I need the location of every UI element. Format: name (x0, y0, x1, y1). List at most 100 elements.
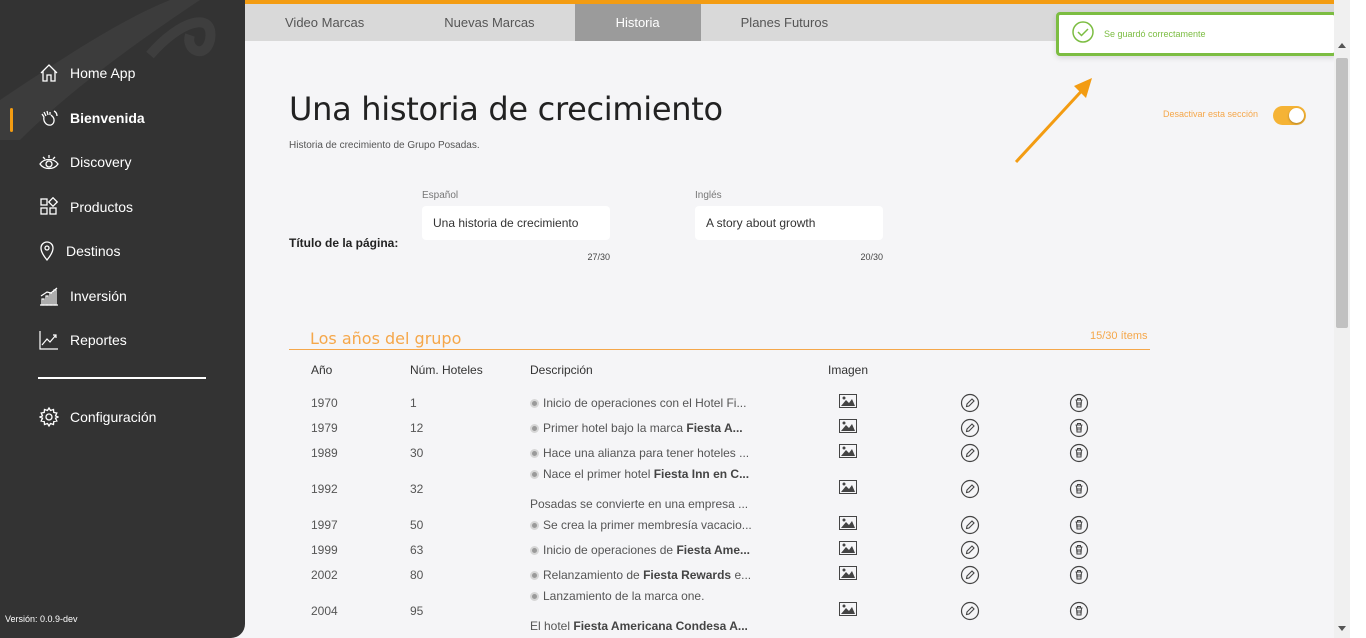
row-year: 1979 (311, 421, 338, 435)
title-row-label: Título de la página: (289, 236, 399, 250)
window-edge (1350, 0, 1366, 638)
description-bold: Fiesta Ame... (676, 543, 751, 557)
sidebar-item-reportes[interactable]: Reportes (38, 327, 127, 353)
scroll-down-arrow[interactable] (1338, 626, 1346, 631)
row-hotels: 80 (410, 568, 424, 582)
image-icon[interactable] (839, 480, 859, 500)
image-icon[interactable] (839, 566, 859, 586)
description-text: El hotel (530, 619, 574, 633)
bullet-icon (530, 592, 539, 601)
success-toast: Se guardó correctamente (1056, 12, 1337, 56)
delete-icon[interactable] (1069, 515, 1089, 535)
delete-icon[interactable] (1069, 393, 1089, 413)
row-hotels: 12 (410, 421, 424, 435)
column-header-hotels: Núm. Hoteles (410, 363, 483, 377)
description-text: Primer hotel bajo la marca (543, 421, 687, 435)
sidebar-item-label: Bienvenida (70, 110, 145, 126)
tab-nuevas-marcas[interactable]: Nuevas Marcas (404, 4, 574, 41)
row-year: 1989 (311, 446, 338, 460)
column-header-description: Descripción (530, 363, 593, 377)
scrollbar[interactable] (1334, 0, 1350, 638)
description-text: Posadas se convierte en una empresa ... (530, 497, 749, 511)
toggle-knob (1289, 108, 1304, 123)
toggle-label: Desactivar esta sección (1163, 109, 1259, 119)
delete-icon[interactable] (1069, 418, 1089, 438)
tab-planes-futuros[interactable]: Planes Futuros (701, 4, 868, 41)
description-text: Inicio de operaciones con el Hotel Fi... (543, 396, 747, 410)
image-icon[interactable] (839, 516, 859, 536)
row-hotels: 32 (410, 482, 424, 496)
map-pin-icon (38, 240, 56, 262)
edit-icon[interactable] (960, 393, 980, 413)
section-divider (289, 349, 1150, 350)
image-icon[interactable] (839, 444, 859, 464)
sidebar-item-inversion[interactable]: Inversión (38, 283, 127, 309)
row-hotels: 1 (410, 396, 417, 410)
bullet-icon (530, 470, 539, 479)
edit-icon[interactable] (960, 443, 980, 463)
sidebar-item-label: Reportes (70, 332, 127, 348)
english-char-count: 20/30 (860, 252, 883, 262)
sidebar-item-discovery[interactable]: Discovery (38, 149, 131, 175)
sidebar-item-productos[interactable]: Productos (38, 194, 133, 220)
description-bold: Fiesta Americana Condesa A... (573, 619, 748, 633)
delete-icon[interactable] (1069, 540, 1089, 560)
edit-icon[interactable] (960, 515, 980, 535)
sidebar-divider (38, 377, 206, 379)
page-subtitle: Historia de crecimiento de Grupo Posadas… (289, 140, 480, 151)
section-title: Los años del grupo (310, 329, 462, 348)
sidebar-item-label: Discovery (70, 154, 132, 170)
sidebar-item-bienvenida[interactable]: Bienvenida (38, 105, 145, 131)
toast-message: Se guardó correctamente (1104, 29, 1206, 39)
row-year: 1999 (311, 543, 338, 557)
check-circle-icon (1072, 20, 1094, 48)
image-icon[interactable] (839, 541, 859, 561)
section-toggle[interactable] (1273, 106, 1306, 125)
image-icon[interactable] (839, 602, 859, 622)
sidebar-item-label: Configuración (70, 409, 157, 425)
sidebar-item-configuracion[interactable]: Configuración (38, 404, 156, 430)
sidebar-item-home-app[interactable]: Home App (38, 60, 135, 86)
delete-icon[interactable] (1069, 443, 1089, 463)
bar-chart-icon (38, 285, 60, 307)
page-title: Una historia de crecimiento (289, 90, 723, 128)
bullet-icon (530, 424, 539, 433)
edit-icon[interactable] (960, 479, 980, 499)
eye-icon (38, 151, 60, 173)
wave-hand-icon (38, 107, 60, 129)
row-hotels: 63 (410, 543, 424, 557)
column-header-image: Imagen (828, 363, 869, 377)
image-icon[interactable] (839, 419, 859, 439)
title-english-input[interactable]: A story about growth (695, 206, 883, 240)
row-year: 1970 (311, 396, 338, 410)
row-year: 2004 (311, 604, 338, 618)
sidebar-item-label: Home App (70, 65, 136, 81)
row-hotels: 50 (410, 518, 424, 532)
edit-icon[interactable] (960, 565, 980, 585)
image-icon[interactable] (839, 394, 859, 414)
edit-icon[interactable] (960, 540, 980, 560)
row-description: Relanzamiento de Fiesta Rewards e... (530, 568, 766, 582)
sidebar-item-destinos[interactable]: Destinos (38, 238, 120, 264)
delete-icon[interactable] (1069, 479, 1089, 499)
delete-icon[interactable] (1069, 565, 1089, 585)
title-spanish-input[interactable]: Una historia de crecimiento (422, 206, 610, 240)
scroll-up-arrow[interactable] (1338, 43, 1346, 48)
row-description: Se crea la primer membresía vacacio... (530, 518, 766, 532)
edit-icon[interactable] (960, 601, 980, 621)
sidebar-item-label: Destinos (66, 243, 121, 259)
edit-icon[interactable] (960, 418, 980, 438)
row-description: Posadas se convierte en una empresa ... (530, 497, 766, 511)
delete-icon[interactable] (1069, 601, 1089, 621)
row-description: Inicio de operaciones de Fiesta Ame... (530, 543, 766, 557)
row-description: Inicio de operaciones con el Hotel Fi... (530, 396, 766, 410)
scrollbar-thumb[interactable] (1336, 58, 1348, 328)
bullet-icon (530, 571, 539, 580)
row-year: 1997 (311, 518, 338, 532)
spanish-char-count: 27/30 (587, 252, 610, 262)
tab-historia[interactable]: Historia (574, 4, 701, 41)
sidebar: Home App Bienvenida Discovery Productos … (0, 0, 245, 638)
tab-video-marcas[interactable]: Video Marcas (245, 4, 404, 41)
description-text: Lanzamiento de la marca one. (543, 589, 705, 603)
description-text: Hace una alianza para tener hoteles ... (543, 446, 750, 460)
